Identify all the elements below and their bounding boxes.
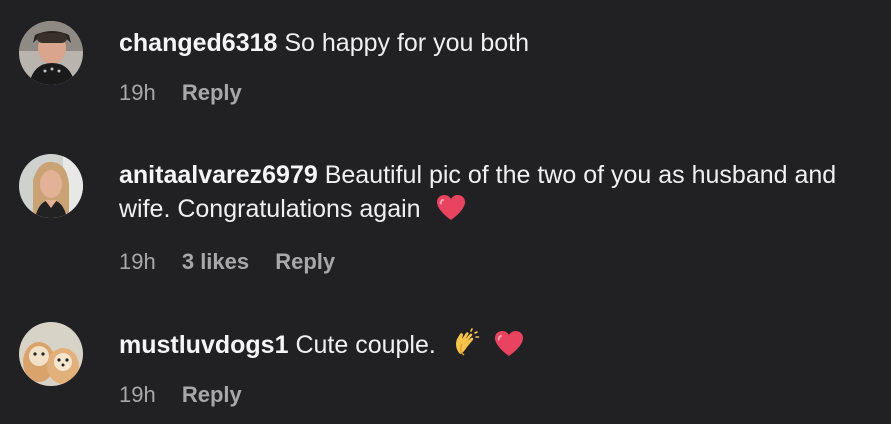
clapping-hands-icon: [451, 328, 481, 367]
comment-body: changed6318 So happy for you both: [119, 26, 871, 60]
comment-body: mustluvdogs1 Cute couple.: [119, 328, 871, 367]
comment-body: anitaalvarez6979 Beautiful pic of the tw…: [119, 158, 871, 231]
comment-username[interactable]: anitaalvarez6979: [119, 161, 318, 189]
comment-text: So happy for you both: [284, 29, 529, 57]
likes-count[interactable]: 3 likes: [182, 249, 249, 275]
avatar[interactable]: [19, 21, 83, 85]
avatar[interactable]: [19, 322, 83, 386]
comment-meta: 19h 3 likes Reply: [119, 249, 355, 275]
comment-username[interactable]: changed6318: [119, 29, 277, 57]
comment-time[interactable]: 19h: [119, 382, 156, 408]
heart-icon: [494, 330, 524, 367]
reply-button[interactable]: Reply: [275, 249, 335, 275]
heart-icon: [436, 194, 466, 231]
avatar[interactable]: [19, 154, 83, 218]
comment-meta: 19h Reply: [119, 80, 262, 106]
comment-username[interactable]: mustluvdogs1: [119, 331, 288, 359]
reply-button[interactable]: Reply: [182, 382, 242, 408]
reply-button[interactable]: Reply: [182, 80, 242, 106]
comment-text: Cute couple.: [295, 331, 436, 359]
comment-time[interactable]: 19h: [119, 249, 156, 275]
comment-meta: 19h Reply: [119, 382, 262, 408]
comment-time[interactable]: 19h: [119, 80, 156, 106]
